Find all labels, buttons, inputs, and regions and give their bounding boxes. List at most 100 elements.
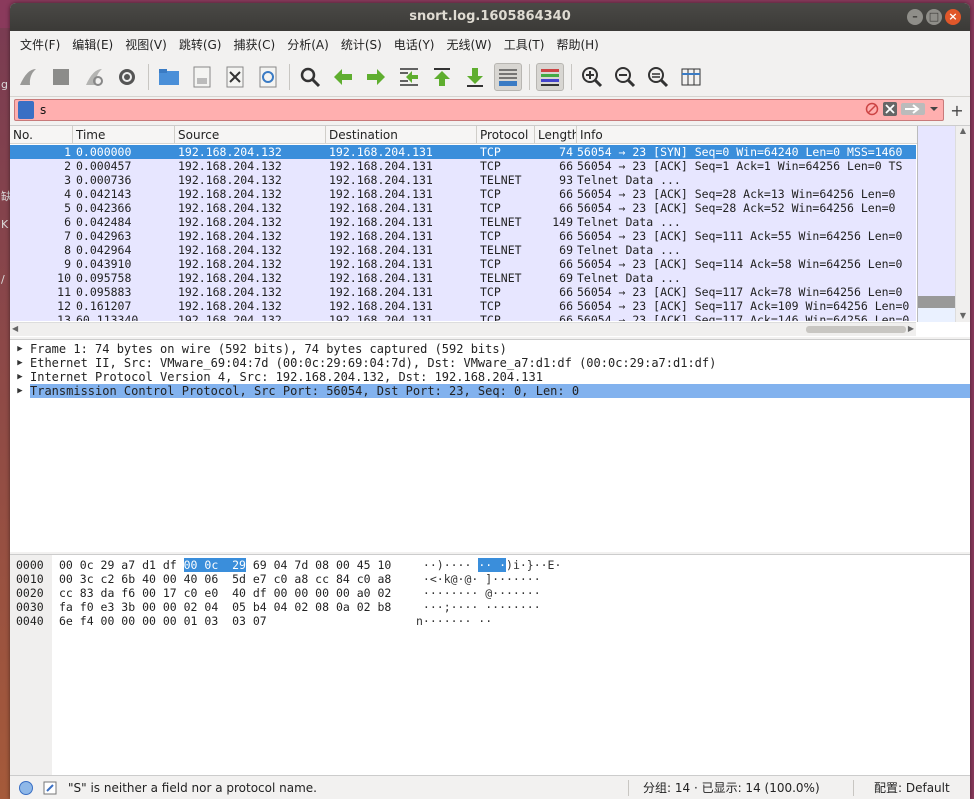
first-packet-button[interactable]	[428, 63, 456, 91]
hex-row: 00 3c c2 6b 40 00 40 06 5d e7 c0 a8 cc 8…	[59, 572, 391, 586]
start-capture-button[interactable]	[14, 63, 42, 91]
last-packet-button[interactable]	[461, 63, 489, 91]
packet-row[interactable]: 3 0.000736 192.168.204.132 192.168.204.131 T…	[10, 173, 916, 187]
packet-cell-time: 0.042964	[76, 243, 132, 257]
apply-filter-icon[interactable]	[901, 102, 925, 116]
scroll-down-arrow-icon[interactable]: ▼	[956, 311, 970, 320]
save-file-button[interactable]	[188, 63, 216, 91]
clear-filter-icon[interactable]	[883, 102, 897, 116]
offset-column: 0000 0010 0020 0030 0040	[16, 558, 44, 628]
packet-list-vscroll[interactable]: ▲ ▼	[955, 126, 970, 322]
ascii-segment: ···;···· ········	[416, 600, 541, 614]
packet-cell-proto: TCP	[480, 257, 501, 271]
menu-capture[interactable]: 捕获(C)	[227, 36, 281, 53]
scroll-up-arrow-icon[interactable]: ▲	[956, 126, 970, 135]
maximize-button[interactable]: □	[926, 9, 942, 25]
packet-row[interactable]: 12 0.161207 192.168.204.132 192.168.204.131…	[10, 299, 916, 313]
zoom-in-button[interactable]	[578, 63, 606, 91]
packet-row[interactable]: 10 0.095758 192.168.204.132 192.168.204.131…	[10, 271, 916, 285]
zoom-reset-button[interactable]	[644, 63, 672, 91]
stop-capture-button[interactable]	[47, 63, 75, 91]
offset: 0040	[16, 614, 44, 628]
column-destination[interactable]: Destination	[326, 126, 477, 143]
profile-label[interactable]: 配置: Default	[874, 779, 950, 796]
column-info[interactable]: Info	[577, 126, 916, 143]
packet-cell-proto: TELNET	[480, 173, 522, 187]
chevron-down-icon[interactable]	[929, 102, 939, 116]
packet-cell-no: 11	[57, 285, 71, 299]
expand-arrow-icon[interactable]: ▶	[10, 342, 30, 356]
go-to-packet-button[interactable]	[395, 63, 423, 91]
packet-row[interactable]: 5 0.042366 192.168.204.132 192.168.204.131 T…	[10, 201, 916, 215]
column-time[interactable]: Time	[73, 126, 175, 143]
packet-cell-src: 192.168.204.132	[178, 145, 282, 159]
expand-arrow-icon[interactable]: ▶	[10, 356, 30, 370]
bookmark-icon[interactable]	[18, 101, 34, 119]
packet-minimap[interactable]	[917, 126, 956, 322]
ascii-row: ········ @·······	[416, 586, 561, 600]
menu-telephony[interactable]: 电话(Y)	[388, 36, 441, 53]
menu-help[interactable]: 帮助(H)	[550, 36, 604, 53]
resize-columns-button[interactable]	[677, 63, 705, 91]
packet-row[interactable]: 8 0.042964 192.168.204.132 192.168.204.131 T…	[10, 243, 916, 257]
ascii-dump[interactable]: ··)···· ·· ·)i·}··E· ·<·k@·@· ]······· ·…	[416, 558, 561, 628]
zoom-out-button[interactable]	[611, 63, 639, 91]
scroll-right-arrow-icon[interactable]: ▶	[908, 324, 914, 333]
hex-dump[interactable]: 00 0c 29 a7 d1 df 00 0c 29 69 04 7d 08 0…	[59, 558, 391, 628]
display-filter-input[interactable]: s	[14, 99, 944, 121]
packet-row[interactable]: 13 60.113340 192.168.204.132 192.168.204.13…	[10, 313, 916, 321]
menu-analyze[interactable]: 分析(A)	[281, 36, 335, 53]
hex-segment: fa f0 e3 3b 00 00 02 04 05 b4 04 02 08 0…	[59, 600, 392, 614]
menu-file[interactable]: 文件(F)	[14, 36, 66, 53]
menu-go[interactable]: 跳转(G)	[173, 36, 228, 53]
column-length[interactable]: Length	[535, 126, 577, 143]
packet-row[interactable]: 9 0.043910 192.168.204.132 192.168.204.131 T…	[10, 257, 916, 271]
detail-ip[interactable]: ▶ Internet Protocol Version 4, Src: 192.1…	[10, 370, 970, 384]
packet-row[interactable]: 6 0.042484 192.168.204.132 192.168.204.131 T…	[10, 215, 916, 229]
expand-arrow-icon[interactable]: ▶	[10, 370, 30, 384]
hscroll-thumb[interactable]	[806, 326, 906, 333]
autoscroll-button[interactable]	[494, 62, 522, 91]
packet-cell-time: 0.000000	[76, 145, 132, 159]
packet-cell-time: 0.042963	[76, 229, 132, 243]
detail-frame[interactable]: ▶ Frame 1: 74 bytes on wire (592 bits), 7…	[10, 342, 970, 356]
packet-cell-time: 0.095758	[76, 271, 132, 285]
packet-cell-src: 192.168.204.132	[178, 173, 282, 187]
close-file-button[interactable]	[221, 63, 249, 91]
minimize-button[interactable]: –	[907, 9, 923, 25]
packet-cell-src: 192.168.204.132	[178, 215, 282, 229]
gear-icon	[119, 68, 135, 85]
capture-options-button[interactable]	[113, 63, 141, 91]
open-file-button[interactable]	[155, 63, 183, 91]
menu-statistics[interactable]: 统计(S)	[335, 36, 388, 53]
packet-cell-time: 0.161207	[76, 299, 132, 313]
column-protocol[interactable]: Protocol	[477, 126, 535, 143]
close-button[interactable]: ×	[945, 9, 961, 25]
packet-row[interactable]: 4 0.042143 192.168.204.132 192.168.204.131 T…	[10, 187, 916, 201]
menu-tools[interactable]: 工具(T)	[498, 36, 551, 53]
reload-file-button[interactable]	[254, 63, 282, 91]
expand-arrow-icon[interactable]: ▶	[10, 384, 30, 398]
packet-row[interactable]: 7 0.042963 192.168.204.132 192.168.204.131 T…	[10, 229, 916, 243]
column-no[interactable]: No.	[10, 126, 73, 143]
scroll-left-arrow-icon[interactable]: ◀	[12, 324, 18, 333]
detail-tcp[interactable]: ▶ Transmission Control Protocol, Src Port…	[10, 384, 970, 398]
find-packet-button[interactable]	[296, 63, 324, 91]
restart-capture-button[interactable]	[80, 63, 108, 91]
capture-comment-icon[interactable]	[42, 780, 58, 796]
menu-view[interactable]: 视图(V)	[119, 36, 173, 53]
detail-ethernet[interactable]: ▶ Ethernet II, Src: VMware_69:04:7d (00:0…	[10, 356, 970, 370]
packet-row[interactable]: 11 0.095883 192.168.204.132 192.168.204.131…	[10, 285, 916, 299]
go-forward-button[interactable]	[362, 63, 390, 91]
go-back-button[interactable]	[329, 63, 357, 91]
column-source[interactable]: Source	[175, 126, 326, 143]
window-title: snort.log.1605864340	[409, 9, 571, 24]
expert-info-icon[interactable]	[18, 780, 34, 796]
menu-edit[interactable]: 编辑(E)	[66, 36, 119, 53]
packet-row[interactable]: 1 0.000000 192.168.204.132 192.168.204.131 T…	[10, 145, 916, 159]
packet-list-hscroll[interactable]: ◀ ▶	[10, 322, 916, 336]
add-filter-button[interactable]: +	[948, 101, 966, 120]
menu-wireless[interactable]: 无线(W)	[441, 36, 498, 53]
colorize-button[interactable]	[536, 62, 564, 91]
packet-row[interactable]: 2 0.000457 192.168.204.132 192.168.204.131 T…	[10, 159, 916, 173]
